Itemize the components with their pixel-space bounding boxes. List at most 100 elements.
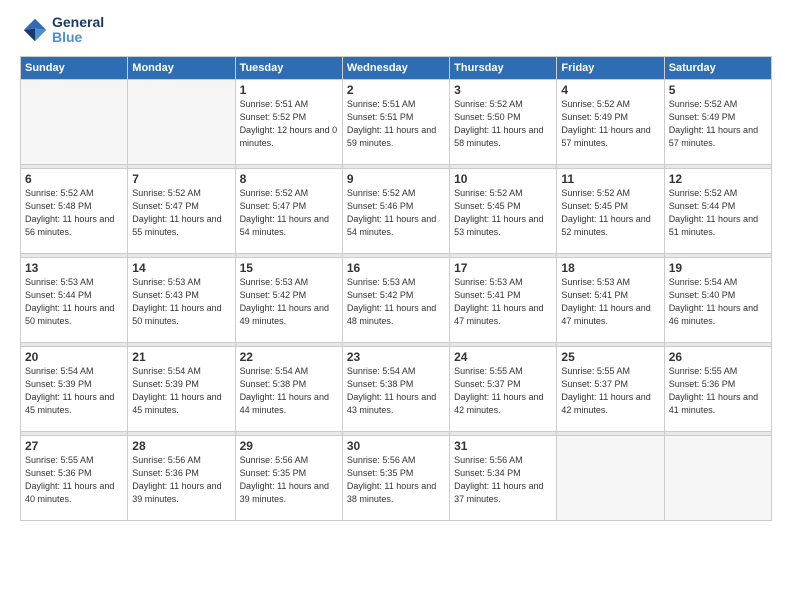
day-info: Sunrise: 5:54 AMSunset: 5:38 PMDaylight:… — [347, 365, 445, 417]
day-info: Sunrise: 5:52 AMSunset: 5:45 PMDaylight:… — [454, 187, 552, 239]
day-number: 11 — [561, 172, 659, 186]
calendar-cell: 21Sunrise: 5:54 AMSunset: 5:39 PMDayligh… — [128, 346, 235, 431]
day-number: 20 — [25, 350, 123, 364]
day-header-friday: Friday — [557, 56, 664, 79]
day-number: 1 — [240, 83, 338, 97]
calendar-cell: 13Sunrise: 5:53 AMSunset: 5:44 PMDayligh… — [21, 257, 128, 342]
day-info: Sunrise: 5:56 AMSunset: 5:36 PMDaylight:… — [132, 454, 230, 506]
day-number: 19 — [669, 261, 767, 275]
day-number: 27 — [25, 439, 123, 453]
calendar-week-5: 27Sunrise: 5:55 AMSunset: 5:36 PMDayligh… — [21, 435, 772, 520]
day-number: 10 — [454, 172, 552, 186]
day-number: 21 — [132, 350, 230, 364]
calendar-cell: 4Sunrise: 5:52 AMSunset: 5:49 PMDaylight… — [557, 79, 664, 164]
calendar-cell: 20Sunrise: 5:54 AMSunset: 5:39 PMDayligh… — [21, 346, 128, 431]
day-header-monday: Monday — [128, 56, 235, 79]
day-info: Sunrise: 5:54 AMSunset: 5:40 PMDaylight:… — [669, 276, 767, 328]
header: General Blue — [20, 15, 772, 46]
calendar-cell: 14Sunrise: 5:53 AMSunset: 5:43 PMDayligh… — [128, 257, 235, 342]
calendar-cell: 27Sunrise: 5:55 AMSunset: 5:36 PMDayligh… — [21, 435, 128, 520]
day-info: Sunrise: 5:51 AMSunset: 5:52 PMDaylight:… — [240, 98, 338, 150]
day-info: Sunrise: 5:55 AMSunset: 5:36 PMDaylight:… — [25, 454, 123, 506]
day-number: 31 — [454, 439, 552, 453]
day-number: 12 — [669, 172, 767, 186]
day-info: Sunrise: 5:53 AMSunset: 5:41 PMDaylight:… — [454, 276, 552, 328]
day-header-thursday: Thursday — [450, 56, 557, 79]
day-number: 13 — [25, 261, 123, 275]
day-info: Sunrise: 5:55 AMSunset: 5:37 PMDaylight:… — [561, 365, 659, 417]
calendar-cell: 15Sunrise: 5:53 AMSunset: 5:42 PMDayligh… — [235, 257, 342, 342]
calendar-cell: 31Sunrise: 5:56 AMSunset: 5:34 PMDayligh… — [450, 435, 557, 520]
calendar-cell: 17Sunrise: 5:53 AMSunset: 5:41 PMDayligh… — [450, 257, 557, 342]
day-number: 18 — [561, 261, 659, 275]
calendar-table: SundayMondayTuesdayWednesdayThursdayFrid… — [20, 56, 772, 521]
day-number: 9 — [347, 172, 445, 186]
day-info: Sunrise: 5:53 AMSunset: 5:43 PMDaylight:… — [132, 276, 230, 328]
day-number: 6 — [25, 172, 123, 186]
day-info: Sunrise: 5:52 AMSunset: 5:50 PMDaylight:… — [454, 98, 552, 150]
day-info: Sunrise: 5:55 AMSunset: 5:36 PMDaylight:… — [669, 365, 767, 417]
day-info: Sunrise: 5:52 AMSunset: 5:47 PMDaylight:… — [132, 187, 230, 239]
day-number: 16 — [347, 261, 445, 275]
day-info: Sunrise: 5:56 AMSunset: 5:34 PMDaylight:… — [454, 454, 552, 506]
day-header-tuesday: Tuesday — [235, 56, 342, 79]
day-number: 23 — [347, 350, 445, 364]
day-info: Sunrise: 5:54 AMSunset: 5:38 PMDaylight:… — [240, 365, 338, 417]
day-info: Sunrise: 5:52 AMSunset: 5:46 PMDaylight:… — [347, 187, 445, 239]
day-number: 28 — [132, 439, 230, 453]
calendar-cell: 30Sunrise: 5:56 AMSunset: 5:35 PMDayligh… — [342, 435, 449, 520]
day-number: 25 — [561, 350, 659, 364]
calendar-cell: 7Sunrise: 5:52 AMSunset: 5:47 PMDaylight… — [128, 168, 235, 253]
calendar-cell: 6Sunrise: 5:52 AMSunset: 5:48 PMDaylight… — [21, 168, 128, 253]
calendar-cell: 19Sunrise: 5:54 AMSunset: 5:40 PMDayligh… — [664, 257, 771, 342]
calendar-cell: 12Sunrise: 5:52 AMSunset: 5:44 PMDayligh… — [664, 168, 771, 253]
calendar-cell — [664, 435, 771, 520]
day-number: 24 — [454, 350, 552, 364]
calendar-cell: 8Sunrise: 5:52 AMSunset: 5:47 PMDaylight… — [235, 168, 342, 253]
day-info: Sunrise: 5:52 AMSunset: 5:49 PMDaylight:… — [561, 98, 659, 150]
page: General Blue SundayMondayTuesdayWednesda… — [0, 0, 792, 612]
day-number: 7 — [132, 172, 230, 186]
day-info: Sunrise: 5:52 AMSunset: 5:48 PMDaylight:… — [25, 187, 123, 239]
day-number: 2 — [347, 83, 445, 97]
calendar-header-row: SundayMondayTuesdayWednesdayThursdayFrid… — [21, 56, 772, 79]
day-number: 15 — [240, 261, 338, 275]
day-info: Sunrise: 5:54 AMSunset: 5:39 PMDaylight:… — [132, 365, 230, 417]
calendar-cell: 16Sunrise: 5:53 AMSunset: 5:42 PMDayligh… — [342, 257, 449, 342]
calendar-cell: 2Sunrise: 5:51 AMSunset: 5:51 PMDaylight… — [342, 79, 449, 164]
day-info: Sunrise: 5:52 AMSunset: 5:47 PMDaylight:… — [240, 187, 338, 239]
calendar-week-3: 13Sunrise: 5:53 AMSunset: 5:44 PMDayligh… — [21, 257, 772, 342]
logo-text-line2: Blue — [52, 30, 104, 45]
calendar-cell: 26Sunrise: 5:55 AMSunset: 5:36 PMDayligh… — [664, 346, 771, 431]
day-number: 29 — [240, 439, 338, 453]
day-info: Sunrise: 5:53 AMSunset: 5:42 PMDaylight:… — [240, 276, 338, 328]
calendar-body: 1Sunrise: 5:51 AMSunset: 5:52 PMDaylight… — [21, 79, 772, 520]
day-info: Sunrise: 5:56 AMSunset: 5:35 PMDaylight:… — [240, 454, 338, 506]
day-number: 17 — [454, 261, 552, 275]
logo-text-line1: General — [52, 15, 104, 30]
day-number: 8 — [240, 172, 338, 186]
calendar-week-4: 20Sunrise: 5:54 AMSunset: 5:39 PMDayligh… — [21, 346, 772, 431]
calendar-cell: 22Sunrise: 5:54 AMSunset: 5:38 PMDayligh… — [235, 346, 342, 431]
day-header-wednesday: Wednesday — [342, 56, 449, 79]
calendar-cell: 9Sunrise: 5:52 AMSunset: 5:46 PMDaylight… — [342, 168, 449, 253]
day-info: Sunrise: 5:54 AMSunset: 5:39 PMDaylight:… — [25, 365, 123, 417]
calendar-cell — [128, 79, 235, 164]
calendar-cell: 18Sunrise: 5:53 AMSunset: 5:41 PMDayligh… — [557, 257, 664, 342]
calendar-cell: 1Sunrise: 5:51 AMSunset: 5:52 PMDaylight… — [235, 79, 342, 164]
day-header-sunday: Sunday — [21, 56, 128, 79]
day-number: 5 — [669, 83, 767, 97]
calendar-cell: 28Sunrise: 5:56 AMSunset: 5:36 PMDayligh… — [128, 435, 235, 520]
day-info: Sunrise: 5:56 AMSunset: 5:35 PMDaylight:… — [347, 454, 445, 506]
calendar-cell: 10Sunrise: 5:52 AMSunset: 5:45 PMDayligh… — [450, 168, 557, 253]
calendar-cell: 24Sunrise: 5:55 AMSunset: 5:37 PMDayligh… — [450, 346, 557, 431]
calendar-cell: 3Sunrise: 5:52 AMSunset: 5:50 PMDaylight… — [450, 79, 557, 164]
day-number: 30 — [347, 439, 445, 453]
calendar-cell: 25Sunrise: 5:55 AMSunset: 5:37 PMDayligh… — [557, 346, 664, 431]
day-info: Sunrise: 5:53 AMSunset: 5:44 PMDaylight:… — [25, 276, 123, 328]
day-info: Sunrise: 5:53 AMSunset: 5:41 PMDaylight:… — [561, 276, 659, 328]
logo: General Blue — [20, 15, 104, 46]
calendar-cell — [21, 79, 128, 164]
day-info: Sunrise: 5:52 AMSunset: 5:45 PMDaylight:… — [561, 187, 659, 239]
day-number: 26 — [669, 350, 767, 364]
